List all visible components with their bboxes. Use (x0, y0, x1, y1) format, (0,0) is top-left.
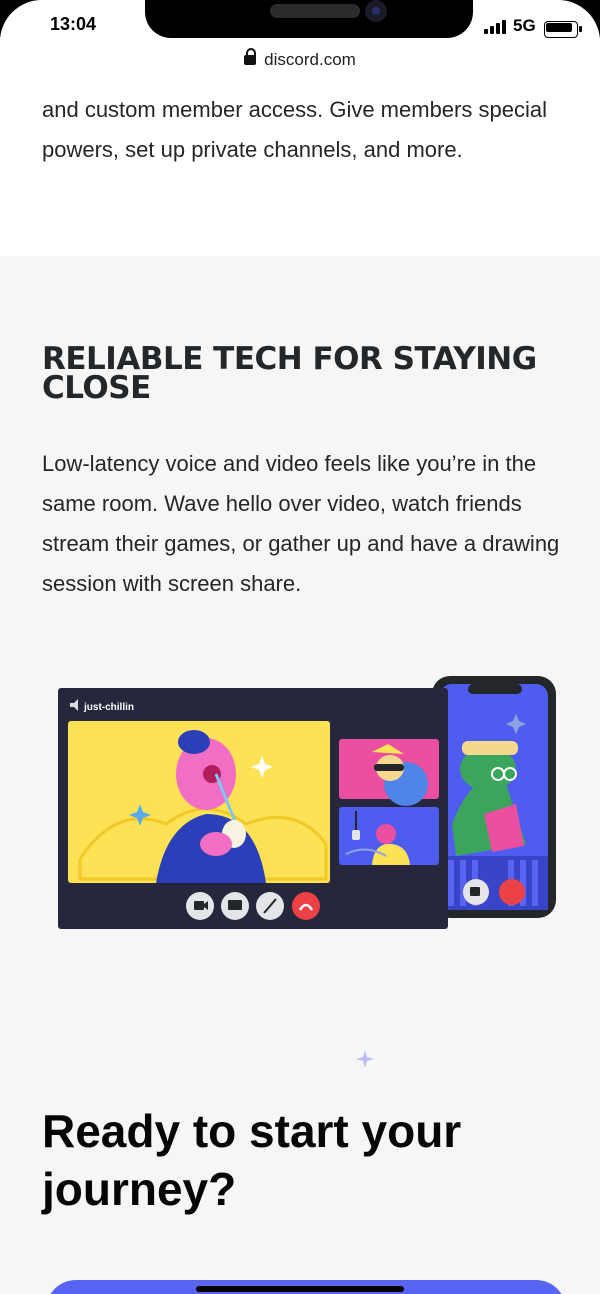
phone-screen: and custom member access. Give members s… (0, 0, 600, 1294)
channel-name: just-chillin (83, 702, 134, 713)
section-body: Low-latency voice and video feels like y… (42, 451, 560, 596)
illustration-svg: just-chillin (58, 676, 556, 929)
address-bar[interactable]: discord.com (0, 48, 600, 70)
url-text: discord.com (264, 50, 356, 69)
lock-icon (244, 48, 257, 65)
camera-icon (365, 0, 387, 22)
video-call-illustration: just-chillin (56, 674, 560, 934)
status-bar: 13:04 5G discord.com (0, 0, 600, 86)
speaker (270, 4, 360, 18)
sparkle-icon (356, 1050, 374, 1068)
battery-icon (544, 21, 582, 38)
section-heading: RELIABLE TECH FOR STAYING CLOSE (42, 341, 537, 406)
camera-notch (145, 0, 473, 38)
signal-icon (484, 18, 508, 34)
cta-heading: Ready to start your journey? (42, 1105, 462, 1215)
status-time: 13:04 (50, 14, 97, 34)
home-indicator (196, 1286, 404, 1292)
phone-mockup (432, 676, 556, 918)
call-window: just-chillin (58, 688, 448, 929)
intro-paragraph: and custom member access. Give members s… (42, 97, 547, 162)
network-label: 5G (513, 16, 536, 35)
